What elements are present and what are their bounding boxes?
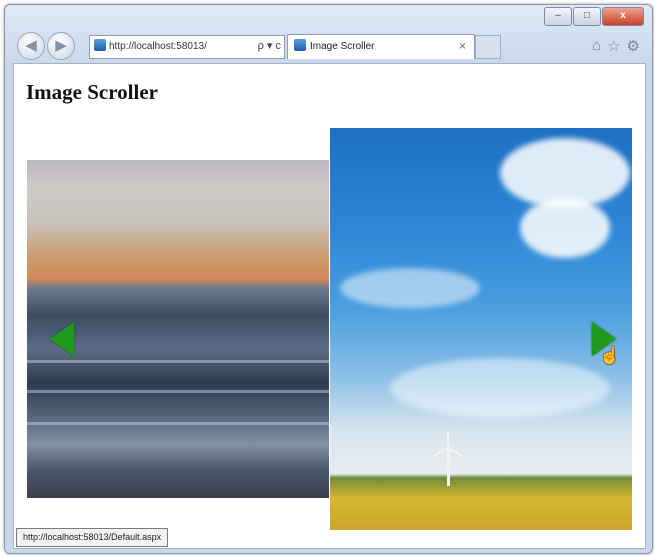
star-icon[interactable]: ☆ bbox=[607, 37, 620, 55]
tab-image-scroller[interactable]: Image Scroller × bbox=[287, 34, 475, 59]
maximize-button[interactable]: □ bbox=[573, 7, 601, 26]
browser-window: – □ x ◀ ▶ http://localhost:58013/ ρ ▾ c … bbox=[4, 4, 653, 554]
tab-title: Image Scroller bbox=[310, 41, 375, 52]
forward-button[interactable]: ▶ bbox=[47, 32, 75, 60]
wave-line bbox=[27, 390, 329, 393]
page-title: Image Scroller bbox=[26, 80, 158, 104]
minimize-button[interactable]: – bbox=[544, 7, 572, 26]
gear-icon[interactable]: ⚙ bbox=[627, 37, 640, 55]
close-button[interactable]: x bbox=[602, 7, 644, 26]
back-button[interactable]: ◀ bbox=[17, 32, 45, 60]
navigation-bar: ◀ ▶ http://localhost:58013/ ρ ▾ c Image … bbox=[5, 29, 652, 63]
forward-arrow-icon: ▶ bbox=[55, 37, 67, 54]
address-tools[interactable]: ρ ▾ c bbox=[255, 36, 281, 57]
wind-turbine-sky-image bbox=[330, 128, 632, 530]
address-text: http://localhost:58013/ bbox=[109, 41, 207, 52]
wind-turbine bbox=[447, 446, 450, 486]
window-controls: – □ x bbox=[544, 7, 644, 26]
back-arrow-icon: ◀ bbox=[25, 37, 37, 54]
wave-line bbox=[27, 360, 329, 363]
turbine-blade bbox=[447, 432, 449, 448]
status-bar: http://localhost:58013/Default.aspx bbox=[16, 528, 169, 547]
title-bar: – □ x bbox=[5, 5, 652, 27]
address-bar[interactable]: http://localhost:58013/ ρ ▾ c bbox=[89, 35, 285, 59]
toolbar-icons: ⌂ ☆ ⚙ bbox=[592, 37, 640, 55]
tab-page-icon bbox=[294, 39, 306, 51]
page-content: Image Scroller ☝ bbox=[13, 63, 646, 549]
tab-close-icon[interactable]: × bbox=[459, 35, 466, 58]
home-icon[interactable]: ⌂ bbox=[592, 37, 601, 55]
scroll-left-arrow-icon[interactable] bbox=[50, 322, 74, 356]
wave-line bbox=[27, 422, 329, 425]
cloud bbox=[520, 198, 610, 258]
hand-cursor-icon: ☝ bbox=[599, 346, 621, 365]
cloud bbox=[340, 268, 480, 308]
page-icon bbox=[94, 39, 106, 51]
new-tab-button[interactable] bbox=[475, 35, 501, 59]
cloud bbox=[390, 358, 610, 418]
